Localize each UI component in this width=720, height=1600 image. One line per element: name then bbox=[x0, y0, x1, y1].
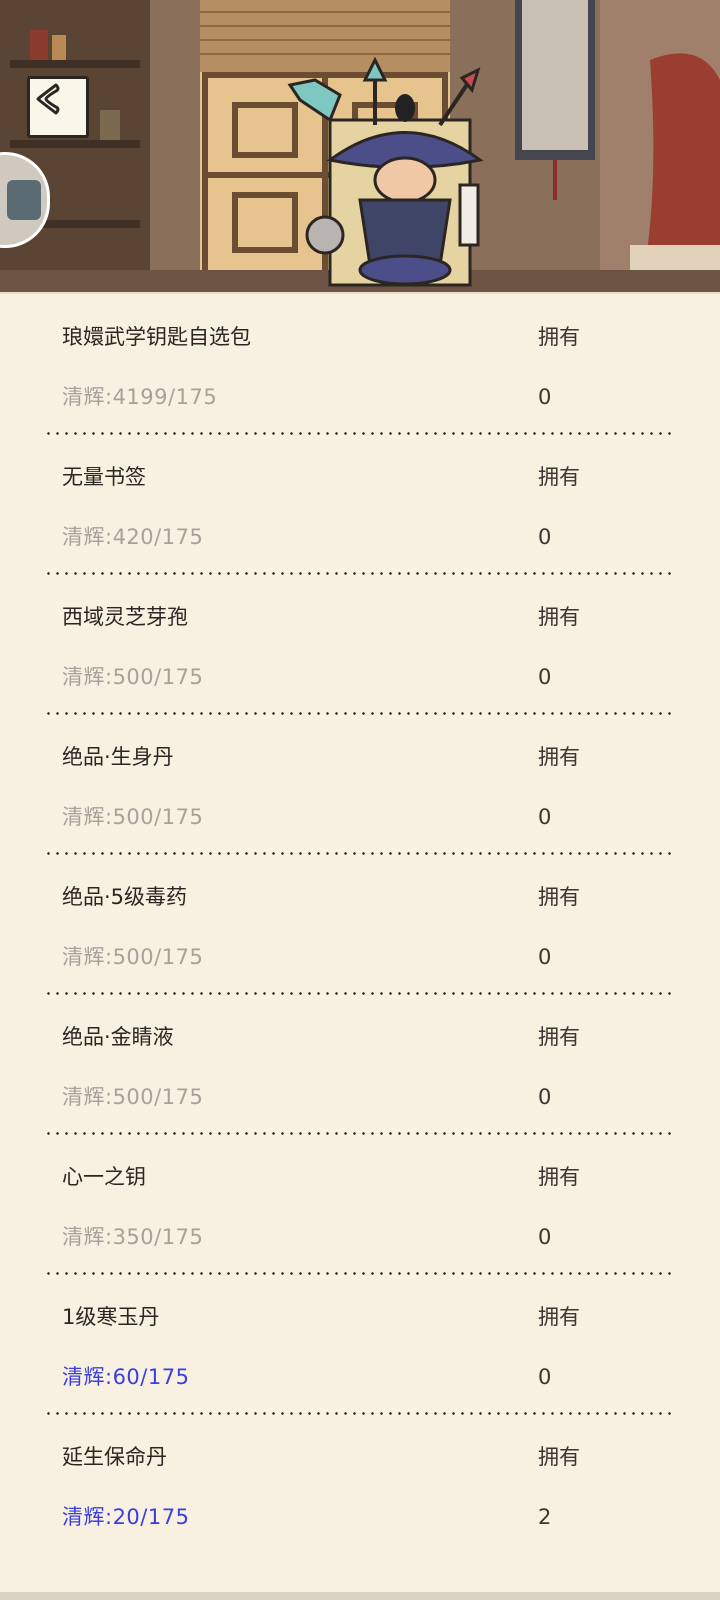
item-price: 清辉:4199/175 bbox=[62, 385, 218, 409]
item-price: 清辉:20/175 bbox=[62, 1505, 190, 1529]
list-item[interactable]: 琅嬛武学钥匙自选包 拥有 清辉:4199/175 0 bbox=[0, 292, 720, 435]
list-item[interactable]: 1级寒玉丹 拥有 清辉:60/175 0 bbox=[0, 1272, 720, 1415]
item-price: 清辉:350/175 bbox=[62, 1225, 204, 1249]
item-price: 清辉:500/175 bbox=[62, 945, 204, 969]
owned-label: 拥有 bbox=[538, 745, 580, 769]
owned-label: 拥有 bbox=[538, 1025, 580, 1049]
owned-label: 拥有 bbox=[538, 1165, 580, 1189]
item-name: 西域灵芝芽孢 bbox=[62, 605, 188, 629]
menu-tab-icon bbox=[7, 180, 41, 220]
item-name: 绝品·生身丹 bbox=[62, 745, 174, 769]
exchange-item-list: 琅嬛武学钥匙自选包 拥有 清辉:4199/175 0 无量书签 拥有 清辉:42… bbox=[0, 292, 720, 1592]
owned-label: 拥有 bbox=[538, 605, 580, 629]
item-name: 延生保命丹 bbox=[62, 1445, 167, 1469]
list-item[interactable]: 绝品·生身丹 拥有 清辉:500/175 0 bbox=[0, 712, 720, 855]
list-item[interactable]: 无量书签 拥有 清辉:420/175 0 bbox=[0, 432, 720, 575]
item-price: 清辉:500/175 bbox=[62, 1085, 204, 1109]
item-price: 清辉:420/175 bbox=[62, 525, 204, 549]
list-item[interactable]: 绝品·5级毒药 拥有 清辉:500/175 0 bbox=[0, 852, 720, 995]
owned-count: 0 bbox=[538, 1085, 552, 1109]
item-name: 琅嬛武学钥匙自选包 bbox=[62, 325, 251, 349]
back-button[interactable] bbox=[27, 76, 89, 138]
header-banner bbox=[0, 0, 720, 292]
item-name: 绝品·金睛液 bbox=[62, 1025, 174, 1049]
item-name: 无量书签 bbox=[62, 465, 146, 489]
owned-label: 拥有 bbox=[538, 1445, 580, 1469]
owned-count: 0 bbox=[538, 805, 552, 829]
owned-count: 2 bbox=[538, 1505, 552, 1529]
chevron-left-icon bbox=[36, 83, 60, 115]
owned-count: 0 bbox=[538, 1365, 552, 1389]
item-price: 清辉:500/175 bbox=[62, 805, 204, 829]
item-name: 1级寒玉丹 bbox=[62, 1305, 160, 1329]
owned-count: 0 bbox=[538, 665, 552, 689]
owned-label: 拥有 bbox=[538, 885, 580, 909]
bottom-edge bbox=[0, 1592, 720, 1600]
owned-count: 0 bbox=[538, 1225, 552, 1249]
item-price: 清辉:500/175 bbox=[62, 665, 204, 689]
owned-label: 拥有 bbox=[538, 465, 580, 489]
owned-label: 拥有 bbox=[538, 1305, 580, 1329]
item-price: 清辉:60/175 bbox=[62, 1365, 190, 1389]
list-item[interactable]: 延生保命丹 拥有 清辉:20/175 2 bbox=[0, 1412, 720, 1552]
owned-count: 0 bbox=[538, 525, 552, 549]
room-background bbox=[0, 0, 720, 292]
owned-count: 0 bbox=[538, 385, 552, 409]
list-item[interactable]: 心一之钥 拥有 清辉:350/175 0 bbox=[0, 1132, 720, 1275]
item-name: 心一之钥 bbox=[62, 1165, 146, 1189]
list-item[interactable]: 西域灵芝芽孢 拥有 清辉:500/175 0 bbox=[0, 572, 720, 715]
list-item[interactable]: 绝品·金睛液 拥有 清辉:500/175 0 bbox=[0, 992, 720, 1135]
item-name: 绝品·5级毒药 bbox=[62, 885, 188, 909]
owned-label: 拥有 bbox=[538, 325, 580, 349]
owned-count: 0 bbox=[538, 945, 552, 969]
